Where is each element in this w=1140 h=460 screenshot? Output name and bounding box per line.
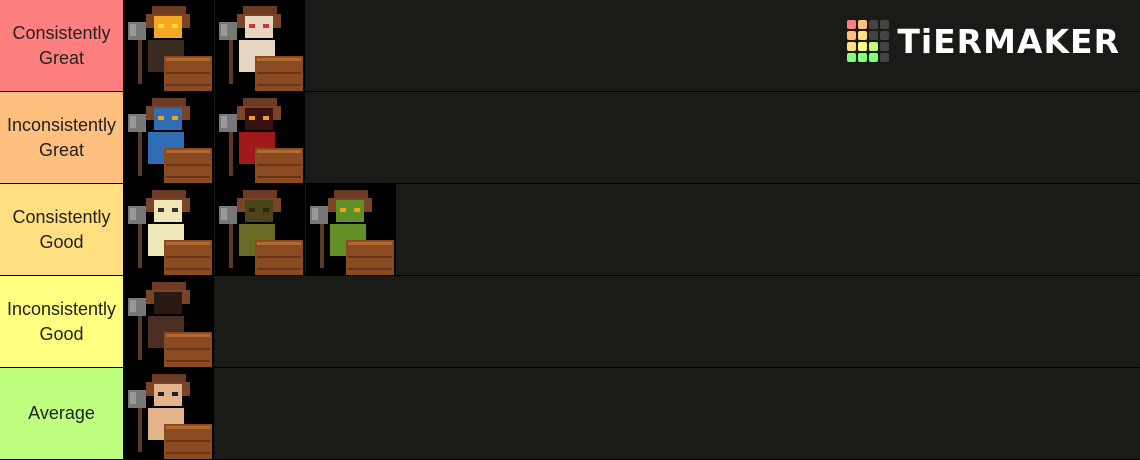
tier-items <box>124 184 1140 275</box>
logo-grid-cell <box>869 53 879 62</box>
blue-character[interactable] <box>124 92 215 183</box>
green-goblin-character[interactable] <box>306 184 397 275</box>
red-demon-character[interactable] <box>215 92 306 183</box>
tier-items <box>124 368 1140 459</box>
torch-head-character-icon <box>128 6 212 91</box>
logo-grid-cell <box>858 53 868 62</box>
shadow-character[interactable] <box>124 276 215 367</box>
logo-grid-cell <box>869 42 879 51</box>
bearded-human-character-icon <box>128 374 212 459</box>
logo-grid-cell <box>880 42 890 51</box>
tier-items <box>124 92 1140 183</box>
tiermaker-logo: TiERMAKER <box>847 20 1120 62</box>
tier-row: Inconsistently Good <box>0 276 1140 368</box>
pale-vampire-character[interactable] <box>215 0 306 91</box>
tier-label[interactable]: Consistently Good <box>0 184 124 275</box>
logo-grid-cell <box>858 42 868 51</box>
rotten-zombie-character-icon <box>219 190 303 275</box>
rotten-zombie-character[interactable] <box>215 184 306 275</box>
tier-items <box>124 276 1140 367</box>
logo-grid-cell <box>880 31 890 40</box>
logo-grid-cell <box>880 53 890 62</box>
tier-row: Inconsistently Great <box>0 92 1140 184</box>
bearded-human-character[interactable] <box>124 368 215 459</box>
logo-grid-cell <box>847 53 857 62</box>
tier-label[interactable]: Inconsistently Good <box>0 276 124 367</box>
tier-label[interactable]: Inconsistently Great <box>0 92 124 183</box>
logo-grid-cell <box>858 20 868 29</box>
skeleton-character[interactable] <box>124 184 215 275</box>
tier-label[interactable]: Consistently Great <box>0 0 124 91</box>
pale-vampire-character-icon <box>219 6 303 91</box>
blue-character-icon <box>128 98 212 183</box>
torch-head-character[interactable] <box>124 0 215 91</box>
skeleton-character-icon <box>128 190 212 275</box>
logo-grid-cell <box>880 20 890 29</box>
logo-grid-cell <box>858 31 868 40</box>
logo-grid-icon <box>847 20 890 62</box>
logo-grid-cell <box>847 20 857 29</box>
logo-grid-cell <box>869 31 879 40</box>
logo-grid-cell <box>847 31 857 40</box>
logo-grid-cell <box>847 42 857 51</box>
red-demon-character-icon <box>219 98 303 183</box>
logo-text: TiERMAKER <box>897 21 1120 61</box>
tier-board: Consistently Great Inconsistently Great Co… <box>0 0 1140 460</box>
logo-grid-cell <box>869 20 879 29</box>
tier-label[interactable]: Average <box>0 368 124 459</box>
shadow-character-icon <box>128 282 212 367</box>
green-goblin-character-icon <box>310 190 394 275</box>
tier-row: Average <box>0 368 1140 460</box>
tier-row: Consistently Good <box>0 184 1140 276</box>
